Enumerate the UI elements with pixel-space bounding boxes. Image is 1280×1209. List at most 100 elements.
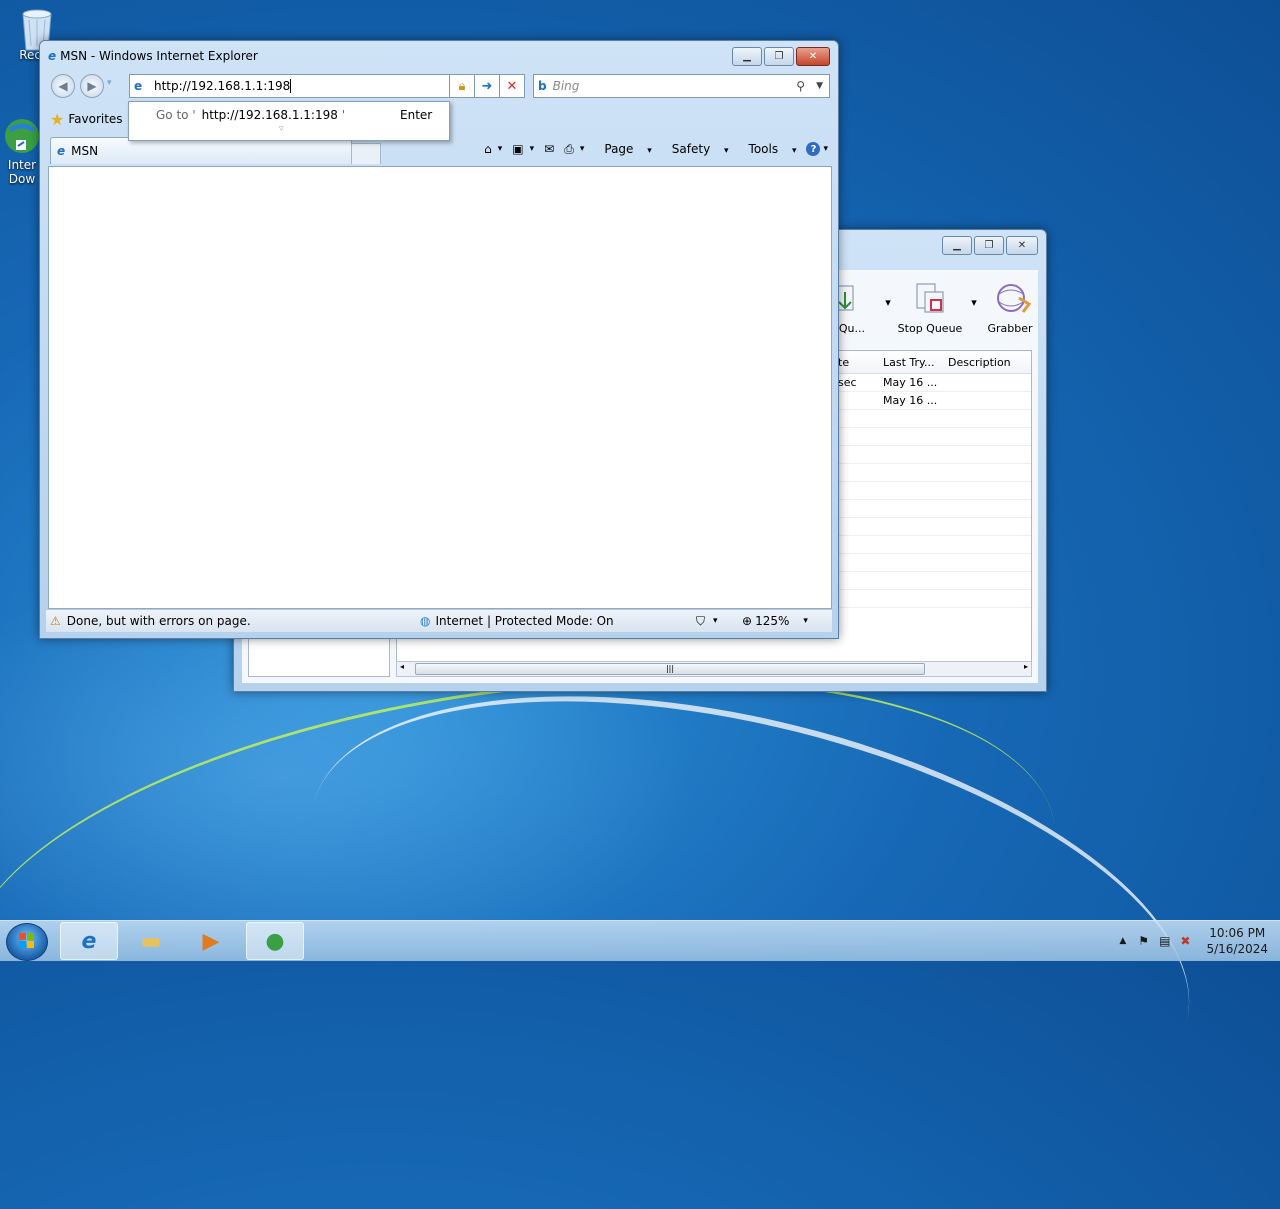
window-title: MSN - Windows Internet Explorer <box>60 49 258 63</box>
clock[interactable]: 10:06 PM 5/16/2024 <box>1206 925 1268 957</box>
help-dropdown[interactable]: ▾ <box>823 144 828 154</box>
print-dropdown[interactable]: ▾ <box>580 144 585 154</box>
tab-label: MSN <box>71 144 99 158</box>
forward-arrow-icon: ▶ <box>87 79 97 93</box>
chevron-down-icon: ▾ <box>803 616 808 626</box>
protected-mode-button[interactable]: ⛉ ▾ <box>696 610 718 632</box>
back-button[interactable]: ◀ <box>51 74 75 98</box>
enter-hint: Enter <box>400 108 433 122</box>
page-viewport[interactable] <box>48 166 832 609</box>
scrollbar-thumb[interactable]: ||| <box>415 663 925 675</box>
recent-pages-dropdown[interactable]: ▾ <box>107 78 112 88</box>
status-message-area[interactable]: ⚠ Done, but with errors on page. <box>50 610 251 632</box>
chevron-down-icon: ▾ <box>791 146 797 156</box>
tab-msn[interactable]: e MSN <box>50 137 352 164</box>
page-ie-icon: e <box>134 79 143 93</box>
idm-globe-icon <box>2 116 42 156</box>
windows-logo-icon <box>19 933 34 948</box>
action-center-flag-icon[interactable]: ⚑ <box>1138 934 1149 948</box>
security-zone[interactable]: ◍ Internet | Protected Mode: On <box>420 610 614 632</box>
tools-menu[interactable]: Tools ▾ <box>739 142 797 156</box>
show-hidden-icons-icon[interactable]: ▲ <box>1119 936 1126 946</box>
start-button[interactable] <box>6 923 48 961</box>
ie-icon: e <box>81 928 97 954</box>
search-box[interactable]: b Bing ⚲ ▼ <box>533 74 830 98</box>
go-to-prefix: Go to ' <box>156 108 196 122</box>
go-button[interactable]: ➜ <box>474 74 500 98</box>
ie-title-bar[interactable]: e MSN - Windows Internet Explorer <box>40 41 838 71</box>
command-bar: ⌂ ▾ ▣ ▾ ✉ ⎙ ▾ Page ▾ Safety ▾ Tools ▾ ? ▾ <box>474 138 828 160</box>
media-player-icon: ▶ <box>202 928 220 954</box>
warning-icon: ⚠ <box>50 614 61 628</box>
back-arrow-icon: ◀ <box>58 79 68 93</box>
print-icon[interactable]: ⎙ <box>564 142 574 157</box>
address-bar[interactable]: e http://192.168.1.1:198 ▼ <box>129 74 473 98</box>
row-last-try: May 16 ... <box>883 376 938 389</box>
help-icon[interactable]: ? <box>806 142 821 156</box>
search-input[interactable]: Bing <box>553 79 580 93</box>
minimize-button[interactable]: ▁ <box>732 47 762 66</box>
column-header-description[interactable]: Description <box>948 356 1011 369</box>
close-button[interactable]: ✕ <box>1006 236 1038 255</box>
folder-icon: ▬ <box>140 928 162 954</box>
column-header-last-try[interactable]: Last Try... <box>883 356 934 369</box>
zoom-magnifier-icon: ⊕ <box>742 614 753 628</box>
home-dropdown[interactable]: ▾ <box>498 144 503 154</box>
go-to-suffix: ' <box>341 108 346 122</box>
minimize-button[interactable]: ▁ <box>942 236 972 255</box>
address-input[interactable]: http://192.168.1.1:198 <box>154 79 290 93</box>
lock-icon[interactable]: 🔒︎ <box>449 74 475 98</box>
row-status: sec <box>838 376 857 389</box>
close-button[interactable]: ✕ <box>796 47 830 66</box>
favorites-label: Favorites <box>68 112 123 126</box>
stop-button[interactable]: ✕ <box>499 74 525 98</box>
home-icon[interactable]: ⌂ <box>484 142 492 156</box>
desktop-icon-idm[interactable]: Inter Dow <box>0 116 44 186</box>
taskbar-media-player-button[interactable]: ▶ <box>182 922 240 960</box>
grabber-button[interactable]: Grabber <box>975 282 1045 335</box>
stop-queue-label: Stop Queue <box>897 322 963 335</box>
feeds-dropdown[interactable]: ▾ <box>530 144 535 154</box>
safety-menu[interactable]: Safety ▾ <box>662 142 729 156</box>
expand-chevron-icon[interactable]: ▿ <box>279 124 284 134</box>
page-menu-label: Page <box>604 142 634 156</box>
address-autocomplete-popup: Go to ' http://192.168.1.1:198 ' Enter ▿ <box>128 101 450 141</box>
tab-ie-icon: e <box>57 144 66 158</box>
zone-text: Internet | Protected Mode: On <box>435 614 614 628</box>
feeds-icon[interactable]: ▣ <box>512 142 523 156</box>
row-last-try: May 16 ... <box>883 394 938 407</box>
stop-queue-icon <box>913 282 947 316</box>
search-icon[interactable]: ⚲ <box>796 79 805 93</box>
text-caret <box>290 79 292 93</box>
new-tab-button[interactable] <box>351 143 381 164</box>
idm-globe-icon: ● <box>265 928 285 954</box>
taskbar-explorer-button[interactable]: ▬ <box>122 922 180 960</box>
volume-muted-icon[interactable]: ✖ <box>1180 934 1190 948</box>
stop-queue-button[interactable]: Stop Queue <box>890 282 970 335</box>
network-icon[interactable]: ▤ <box>1159 934 1170 948</box>
status-message: Done, but with errors on page. <box>66 614 251 628</box>
zoom-control[interactable]: ⊕ 125% ▾ <box>742 610 808 632</box>
taskbar-idm-button[interactable]: ● <box>246 922 304 960</box>
address-bar-buttons: 🔒︎ ➜ ✕ <box>449 74 525 98</box>
maximize-button[interactable]: ❐ <box>974 236 1004 255</box>
taskbar-ie-button[interactable]: e <box>60 922 118 960</box>
favorites-button[interactable]: ★ Favorites <box>50 108 123 130</box>
column-header-status[interactable]: te <box>838 356 849 369</box>
maximize-button[interactable]: ❐ <box>764 47 794 66</box>
scroll-left-arrow-icon[interactable]: ◂ <box>400 662 404 671</box>
scroll-right-arrow-icon[interactable]: ▸ <box>1024 662 1028 671</box>
forward-button[interactable]: ▶ <box>80 74 104 98</box>
search-dropdown-icon[interactable]: ▼ <box>816 81 823 91</box>
chevron-down-icon: ▾ <box>724 146 729 156</box>
autocomplete-go-to-row[interactable]: Go to ' http://192.168.1.1:198 ' Enter <box>129 106 449 124</box>
ie-logo-icon: e <box>48 49 57 63</box>
chevron-down-icon: ▾ <box>647 146 652 156</box>
mail-icon[interactable]: ✉ <box>544 142 554 156</box>
clock-time: 10:06 PM <box>1209 926 1266 940</box>
taskbar: e ▬ ▶ ● ▲ ⚑ ▤ ✖ 10:06 PM 5/16/2024 <box>0 920 1280 961</box>
page-menu[interactable]: Page ▾ <box>594 142 651 156</box>
status-bar: ⚠ Done, but with errors on page. ◍ Inter… <box>46 609 832 632</box>
clock-date: 5/16/2024 <box>1206 942 1268 956</box>
horizontal-scrollbar[interactable]: ◂ ||| ▸ <box>396 661 1032 677</box>
